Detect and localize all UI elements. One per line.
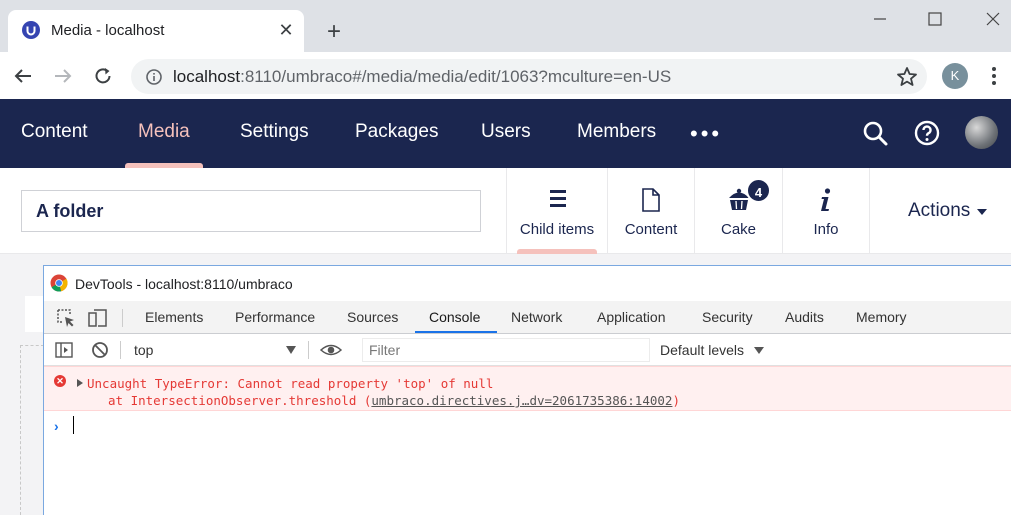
chrome-icon [50,274,68,292]
section-members[interactable]: Members [577,121,656,143]
live-expression-eye-icon[interactable] [320,341,342,359]
app-label: Cake [720,221,757,238]
actions-label: Actions [908,200,971,221]
browser-toolbar: localhost:8110/umbraco#/media/media/edit… [0,52,1011,99]
maximize-icon[interactable] [922,6,948,32]
bookmark-star-icon[interactable] [895,65,919,89]
divider [308,341,309,359]
minimize-icon[interactable] [867,6,893,32]
devtools-title: DevTools - localhost:8110/umbraco [75,276,293,292]
inspect-element-icon[interactable] [56,308,76,328]
source-link[interactable]: umbraco.directives.j…dv=2061735386:14002 [371,393,672,408]
app-label: Content [624,221,678,238]
devtools-tabbar: Elements Performance Sources Console Net… [44,301,1011,334]
expand-caret-icon[interactable] [77,379,83,387]
console-error-message[interactable]: ✕ Uncaught TypeError: Cannot read proper… [44,366,1011,411]
app-content[interactable]: Content [607,168,694,254]
node-name-input[interactable]: A folder [21,190,481,232]
tab-application[interactable]: Application [597,309,666,325]
document-icon [642,188,660,212]
user-avatar[interactable] [965,116,998,149]
tab-performance[interactable]: Performance [235,309,315,325]
editor-header: A folder Child items Content Cake Info A… [0,168,1011,254]
site-info-icon[interactable] [145,68,163,86]
caret-down-icon [977,209,987,215]
section-settings[interactable]: Settings [240,121,309,143]
list-icon [550,190,566,207]
levels-caret-icon[interactable] [754,347,764,354]
devtools-titlebar: DevTools - localhost:8110/umbraco [44,266,1011,301]
cake-count-badge: 4 [746,178,771,203]
app-info[interactable]: Info [782,168,869,254]
url-text[interactable]: localhost:8110/umbraco#/media/media/edit… [173,67,671,87]
reload-icon[interactable] [91,64,115,88]
error-stack-line: at IntersectionObserver.threshold (umbra… [108,393,680,408]
info-icon [821,188,831,211]
clear-console-icon[interactable] [91,341,109,359]
console-filter-input[interactable]: Filter [362,338,650,362]
actions-button[interactable]: Actions [869,168,1011,254]
app-cake[interactable]: Cake [694,168,782,254]
show-sidebar-icon[interactable] [55,341,73,359]
address-bar[interactable]: localhost:8110/umbraco#/media/media/edit… [131,59,927,94]
profile-avatar[interactable]: K [942,63,968,89]
error-text: Uncaught TypeError: Cannot read property… [87,376,494,391]
back-icon[interactable] [11,64,35,88]
umbraco-favicon-icon [22,21,40,39]
browser-menu-icon[interactable] [984,64,1004,88]
window-close-icon[interactable] [980,6,1006,32]
section-content[interactable]: Content [21,121,88,143]
tab-memory[interactable]: Memory [856,309,907,325]
search-icon[interactable] [860,118,890,148]
section-users[interactable]: Users [481,121,531,143]
context-caret-icon[interactable] [286,346,296,354]
app-child-items[interactable]: Child items [506,168,607,254]
active-tab-indicator [415,331,497,333]
active-app-indicator [517,249,597,254]
help-icon[interactable] [912,118,942,148]
browser-tabstrip: Media - localhost ✕ + [0,0,1011,52]
console-toolbar: top Filter Default levels [44,334,1011,366]
tab-title: Media - localhost [51,22,165,39]
more-sections-icon[interactable]: ••• [690,121,722,147]
device-toolbar-icon[interactable] [88,308,108,328]
background-dropzone [20,345,44,515]
app-label: Child items [519,221,595,238]
section-media[interactable]: Media [138,121,190,143]
divider [120,341,121,359]
tab-sources[interactable]: Sources [347,309,398,325]
console-prompt-icon: › [54,418,59,434]
browser-tab[interactable]: Media - localhost ✕ [8,10,304,52]
forward-icon[interactable] [51,64,75,88]
section-packages[interactable]: Packages [355,121,438,143]
app-label: Info [813,221,839,238]
devtools-window: DevTools - localhost:8110/umbraco Elemen… [43,265,1011,515]
tab-security[interactable]: Security [702,309,753,325]
background-panel [25,296,45,332]
tab-console[interactable]: Console [429,309,480,325]
error-icon: ✕ [54,375,66,387]
new-tab-icon[interactable]: + [320,18,348,46]
umbraco-header: Content Media Settings Packages Users Me… [0,99,1011,168]
tab-elements[interactable]: Elements [145,309,203,325]
tab-close-icon[interactable]: ✕ [274,18,298,42]
context-selector[interactable]: top [134,342,153,358]
tab-audits[interactable]: Audits [785,309,824,325]
divider [122,309,123,327]
tab-network[interactable]: Network [511,309,562,325]
console-input-cursor[interactable] [73,416,74,434]
log-levels-dropdown[interactable]: Default levels [660,342,744,358]
